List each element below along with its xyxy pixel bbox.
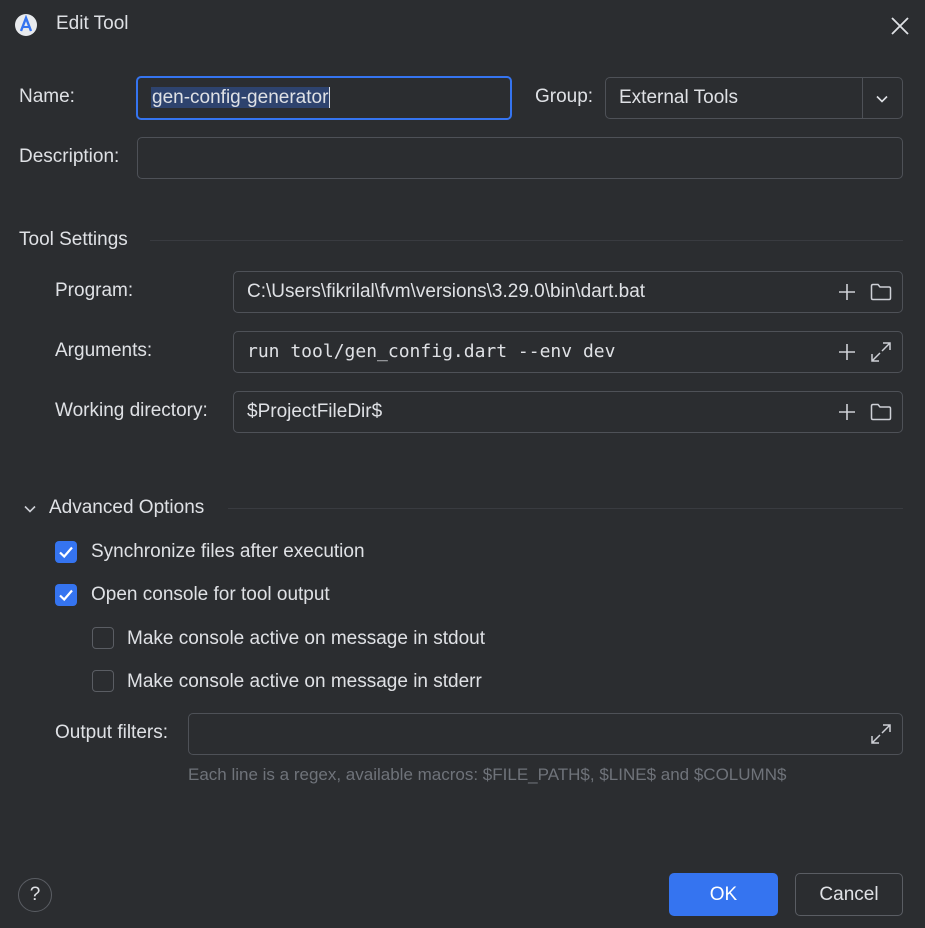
arguments-label: Arguments: bbox=[55, 340, 153, 361]
sync-files-label[interactable]: Synchronize files after execution bbox=[91, 541, 365, 563]
chevron-down-icon[interactable] bbox=[22, 501, 38, 517]
open-console-label[interactable]: Open console for tool output bbox=[91, 584, 330, 606]
description-label: Description: bbox=[19, 146, 120, 167]
browse-folder-icon[interactable] bbox=[870, 403, 892, 421]
browse-folder-icon[interactable] bbox=[870, 283, 892, 301]
program-field[interactable]: C:\Users\fikrilal\fvm\versions\3.29.0\bi… bbox=[233, 271, 903, 313]
advanced-options-separator bbox=[228, 508, 903, 509]
name-field[interactable]: gen-config-generator bbox=[136, 76, 512, 120]
help-icon: ? bbox=[29, 884, 41, 905]
close-icon[interactable] bbox=[890, 16, 910, 36]
program-label: Program: bbox=[55, 280, 134, 301]
working-directory-value: $ProjectFileDir$ bbox=[247, 401, 383, 422]
help-button[interactable]: ? bbox=[18, 878, 52, 912]
program-value: C:\Users\fikrilal\fvm\versions\3.29.0\bi… bbox=[247, 281, 646, 302]
tool-settings-heading: Tool Settings bbox=[19, 229, 128, 250]
description-field[interactable] bbox=[137, 137, 903, 179]
working-directory-field[interactable]: $ProjectFileDir$ bbox=[233, 391, 903, 433]
name-label: Name: bbox=[19, 86, 75, 107]
insert-macro-icon[interactable] bbox=[837, 282, 857, 302]
group-select[interactable]: External Tools bbox=[605, 77, 903, 119]
output-filters-field[interactable] bbox=[188, 713, 903, 755]
expand-icon[interactable] bbox=[870, 341, 892, 363]
tool-settings-separator bbox=[150, 240, 903, 241]
name-selection: gen-config-generator bbox=[151, 87, 330, 108]
ok-button[interactable]: OK bbox=[669, 873, 778, 916]
output-filters-hint: Each line is a regex, available macros: … bbox=[188, 765, 787, 784]
active-stdout-label[interactable]: Make console active on message in stdout bbox=[127, 628, 485, 650]
group-value: External Tools bbox=[619, 87, 738, 108]
active-stderr-checkbox[interactable] bbox=[92, 670, 114, 692]
advanced-options-heading[interactable]: Advanced Options bbox=[49, 497, 204, 519]
arguments-value: run tool/gen_config.dart --env dev bbox=[247, 341, 616, 362]
working-directory-label: Working directory: bbox=[55, 400, 208, 421]
arguments-field[interactable]: run tool/gen_config.dart --env dev bbox=[233, 331, 903, 373]
output-filters-label: Output filters: bbox=[55, 722, 168, 743]
android-studio-icon bbox=[14, 13, 38, 37]
open-console-checkbox[interactable] bbox=[55, 584, 77, 606]
insert-macro-icon[interactable] bbox=[837, 402, 857, 422]
active-stdout-checkbox[interactable] bbox=[92, 627, 114, 649]
chevron-down-icon[interactable] bbox=[874, 91, 890, 107]
cancel-button[interactable]: Cancel bbox=[795, 873, 903, 916]
group-select-divider bbox=[862, 78, 863, 118]
group-label: Group: bbox=[535, 86, 594, 107]
name-value: gen-config-generator bbox=[151, 78, 331, 118]
active-stderr-label[interactable]: Make console active on message in stderr bbox=[127, 671, 482, 693]
expand-icon[interactable] bbox=[870, 723, 892, 745]
insert-macro-icon[interactable] bbox=[837, 342, 857, 362]
sync-files-checkbox[interactable] bbox=[55, 541, 77, 563]
dialog-title: Edit Tool bbox=[56, 13, 129, 34]
